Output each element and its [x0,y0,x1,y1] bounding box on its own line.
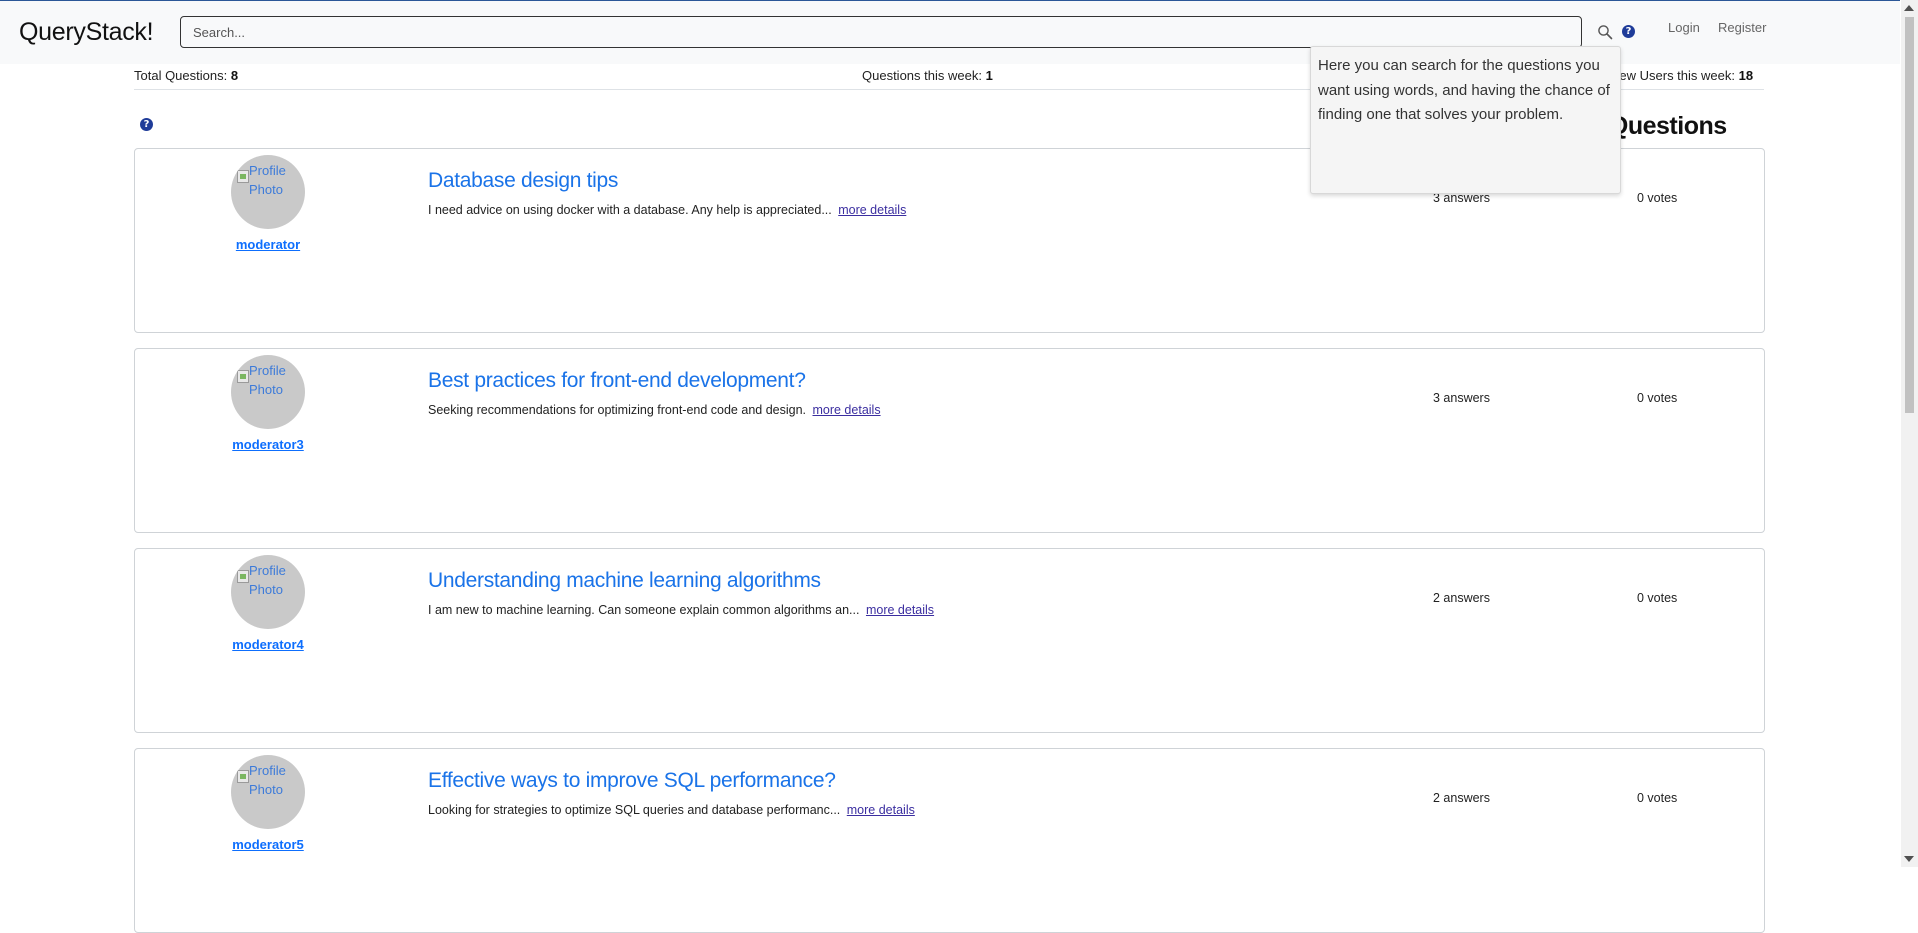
broken-image-icon [237,370,249,383]
author-link[interactable]: moderator5 [193,837,343,852]
stat-questions-week: Questions this week: 1 [862,68,993,83]
stat-users-value: 18 [1738,68,1754,83]
avatar[interactable]: Profile Photo [231,755,305,829]
answers-count: 2 answers [1433,791,1490,805]
question-card: Profile Photo moderator4 Understanding m… [134,548,1765,733]
question-title-link[interactable]: Understanding machine learning algorithm… [428,569,821,593]
votes-count: 0 votes [1637,391,1678,405]
scroll-up-arrow-icon[interactable] [1904,5,1914,11]
stat-new-users: New Users this week: 18 [1610,68,1753,83]
question-excerpt: Looking for strategies to optimize SQL q… [428,803,915,817]
scroll-down-arrow-icon[interactable] [1904,856,1914,862]
excerpt-text: I am new to machine learning. Can someon… [428,603,860,617]
votes-count: 0 votes [1637,191,1678,205]
excerpt-text: Seeking recommendations for optimizing f… [428,403,806,417]
more-details-link[interactable]: more details [847,803,915,817]
avatar-alt-label: Profile Photo [249,563,286,597]
avatar-alt-label: Profile Photo [249,763,286,797]
avatar[interactable]: Profile Photo [231,155,305,229]
avatar-alt-label: Profile Photo [249,163,286,197]
question-title-link[interactable]: Database design tips [428,169,618,193]
search-icon[interactable] [1597,24,1613,40]
question-circle-icon[interactable]: ? [140,118,153,131]
register-link[interactable]: Register [1718,20,1766,35]
question-title-link[interactable]: Effective ways to improve SQL performanc… [428,769,836,793]
stat-total-value: 8 [230,68,239,83]
stat-week-value: 1 [985,68,993,83]
excerpt-text: I need advice on using docker with a dat… [428,203,832,217]
broken-image-icon [237,170,249,183]
more-details-link[interactable]: more details [838,203,906,217]
page-scrollbar[interactable] [1901,0,1918,867]
stat-total-questions: Total Questions: 8 [134,68,238,83]
more-details-link[interactable]: more details [812,403,880,417]
question-excerpt: Seeking recommendations for optimizing f… [428,403,881,417]
excerpt-text: Looking for strategies to optimize SQL q… [428,803,841,817]
question-card: Profile Photo moderator3 Best practices … [134,348,1765,533]
question-card: Profile Photo moderator5 Effective ways … [134,748,1765,933]
login-link[interactable]: Login [1668,20,1700,35]
search-help-tooltip: Here you can search for the questions yo… [1310,46,1621,194]
question-circle-icon[interactable]: ? [1622,25,1635,38]
avatar-alt-text: Profile Photo [235,361,305,399]
avatar-alt-label: Profile Photo [249,363,286,397]
question-title-link[interactable]: Best practices for front-end development… [428,369,806,393]
avatar-alt-text: Profile Photo [235,561,305,599]
votes-count: 0 votes [1637,591,1678,605]
question-excerpt: I need advice on using docker with a dat… [428,203,906,217]
broken-image-icon [237,770,249,783]
avatar[interactable]: Profile Photo [231,355,305,429]
author-link[interactable]: moderator3 [193,437,343,452]
stat-week-label: Questions this week: [862,68,982,83]
question-excerpt: I am new to machine learning. Can someon… [428,603,934,617]
author-link[interactable]: moderator4 [193,637,343,652]
broken-image-icon [237,570,249,583]
votes-count: 0 votes [1637,791,1678,805]
avatar-alt-text: Profile Photo [235,161,305,199]
more-details-link[interactable]: more details [866,603,934,617]
avatar-alt-text: Profile Photo [235,761,305,799]
scrollbar-thumb[interactable] [1905,17,1914,413]
stat-users-label: New Users this week: [1610,68,1735,83]
answers-count: 2 answers [1433,591,1490,605]
stat-total-label: Total Questions: [134,68,228,83]
brand-logo[interactable]: QueryStack! [19,18,154,47]
search-input[interactable] [180,16,1582,48]
answers-count: 3 answers [1433,391,1490,405]
author-link[interactable]: moderator [193,237,343,252]
avatar[interactable]: Profile Photo [231,555,305,629]
